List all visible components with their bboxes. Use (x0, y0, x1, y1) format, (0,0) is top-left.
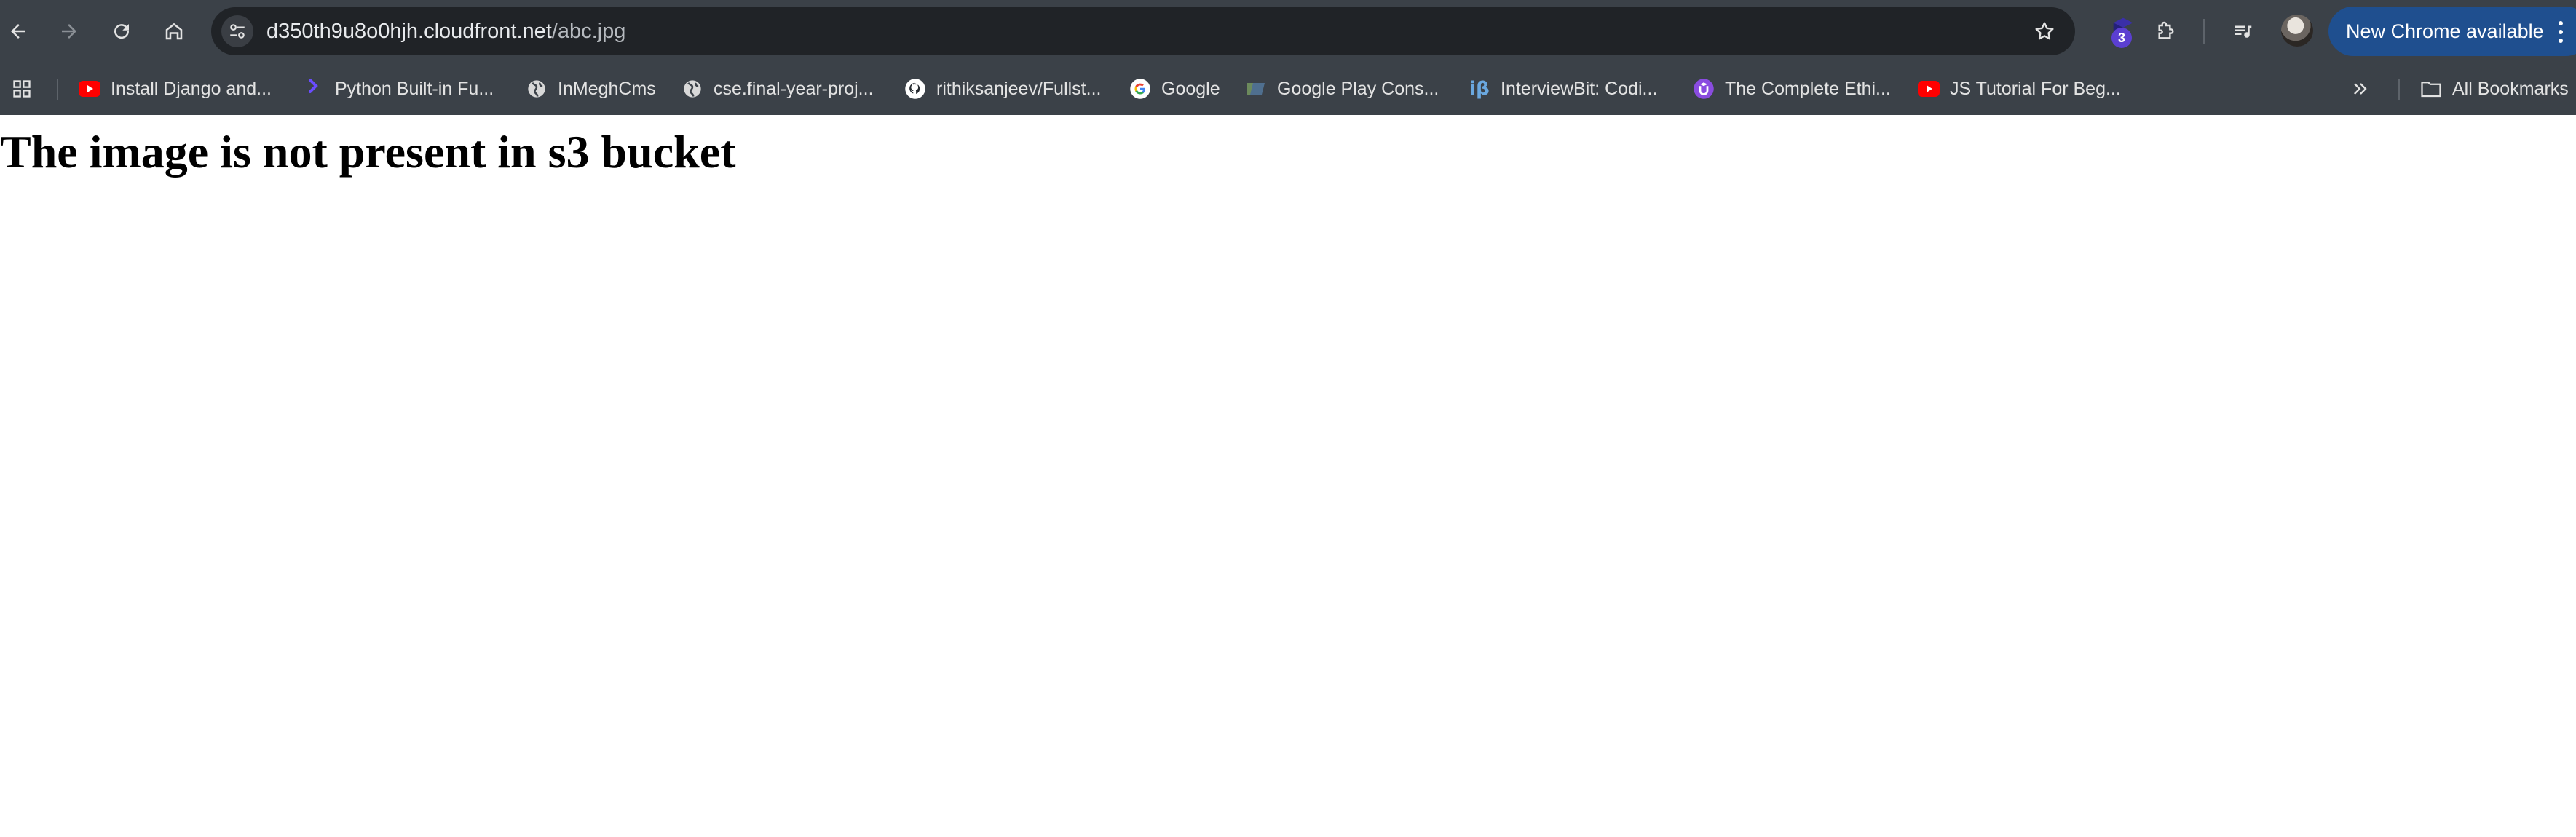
browser-toolbar: d350th9u8o0hjh.cloudfront.net/abc.jpg 3 … (0, 0, 2576, 63)
interviewbit-icon: iβ (1469, 78, 1490, 100)
bookmark-label: Install Django and... (111, 78, 272, 99)
bookmark-label: The Complete Ethi... (1725, 78, 1891, 99)
home-icon (163, 20, 185, 42)
bookmark-item[interactable]: Google (1129, 63, 1220, 115)
bookmark-label: cse.final-year-proj... (714, 78, 874, 99)
queue-music-icon (2232, 20, 2254, 42)
google-icon (1129, 78, 1151, 100)
youtube-icon (79, 78, 100, 100)
star-icon (2033, 20, 2056, 43)
site-info-button[interactable] (221, 15, 253, 47)
python-icon (303, 78, 325, 100)
arrow-left-icon (7, 20, 29, 42)
back-button[interactable] (0, 13, 36, 49)
tune-icon (228, 22, 247, 41)
bookmark-star-button[interactable] (2030, 17, 2059, 46)
bookmark-item[interactable]: Python Built-in Fu... (303, 63, 494, 115)
home-button[interactable] (156, 13, 192, 49)
media-controls-button[interactable] (2225, 13, 2261, 49)
update-chrome-label: New Chrome available (2346, 20, 2544, 42)
toolbar-divider (2203, 19, 2205, 44)
extensions-button[interactable] (2148, 13, 2184, 49)
all-bookmarks-label: All Bookmarks (2452, 78, 2569, 99)
bookmark-label: InterviewBit: Codi... (1501, 78, 1658, 99)
bookmark-item[interactable]: rithiksanjeev/Fullst... (904, 63, 1101, 115)
globe-icon (681, 78, 703, 100)
reload-icon (111, 20, 133, 42)
forward-button[interactable] (51, 13, 87, 49)
bookmark-item[interactable]: iβ InterviewBit: Codi... (1469, 63, 1657, 115)
update-chrome-button[interactable]: New Chrome available (2328, 7, 2576, 56)
url-path: /abc.jpg (551, 20, 626, 43)
bookmark-item[interactable]: cse.final-year-proj... (681, 63, 874, 115)
chevron-double-right-icon (2350, 79, 2371, 99)
profile-avatar[interactable] (2281, 15, 2313, 47)
globe-icon (526, 78, 548, 100)
bookmark-label: Google (1161, 78, 1220, 99)
bookmark-item[interactable]: InMeghCms (526, 63, 656, 115)
udemy-icon (1693, 78, 1715, 100)
bookmarks-divider (2398, 79, 2400, 100)
arrow-right-icon (58, 20, 80, 42)
bookmark-label: Python Built-in Fu... (335, 78, 494, 99)
bookmarks-overflow-button[interactable] (2350, 63, 2371, 115)
github-icon (904, 78, 926, 100)
apps-button[interactable] (12, 63, 32, 115)
url-text[interactable]: d350th9u8o0hjh.cloudfront.net/abc.jpg (266, 7, 625, 55)
bookmarks-divider (57, 79, 58, 100)
folder-icon (2420, 78, 2442, 100)
bookmark-label: rithiksanjeev/Fullst... (936, 78, 1102, 99)
all-bookmarks-button[interactable]: All Bookmarks (2420, 63, 2569, 115)
apps-grid-icon (12, 79, 32, 99)
bookmark-label: JS Tutorial For Beg... (1950, 78, 2121, 99)
bookmark-label: Google Play Cons... (1277, 78, 1439, 99)
address-bar[interactable]: d350th9u8o0hjh.cloudfront.net/abc.jpg (211, 7, 2075, 55)
bookmarks-bar: Install Django and... Python Built-in Fu… (0, 63, 2576, 115)
puzzle-icon (2154, 20, 2178, 43)
bookmark-label: InMeghCms (558, 78, 656, 99)
youtube-icon (1918, 78, 1940, 100)
bookmark-item[interactable]: Install Django and... (79, 63, 272, 115)
more-vert-icon (2559, 21, 2564, 43)
url-host: d350th9u8o0hjh.cloudfront.net (266, 20, 552, 43)
extension-badge-count: 3 (2111, 28, 2132, 48)
bookmark-item[interactable]: JS Tutorial For Beg... (1918, 63, 2121, 115)
bookmark-item[interactable]: The Complete Ethi... (1693, 63, 1891, 115)
page-heading: The image is not present in s3 bucket (0, 126, 736, 178)
reload-button[interactable] (103, 13, 140, 49)
bookmark-item[interactable]: Google Play Cons... (1245, 63, 1439, 115)
google-play-console-icon (1245, 78, 1267, 100)
